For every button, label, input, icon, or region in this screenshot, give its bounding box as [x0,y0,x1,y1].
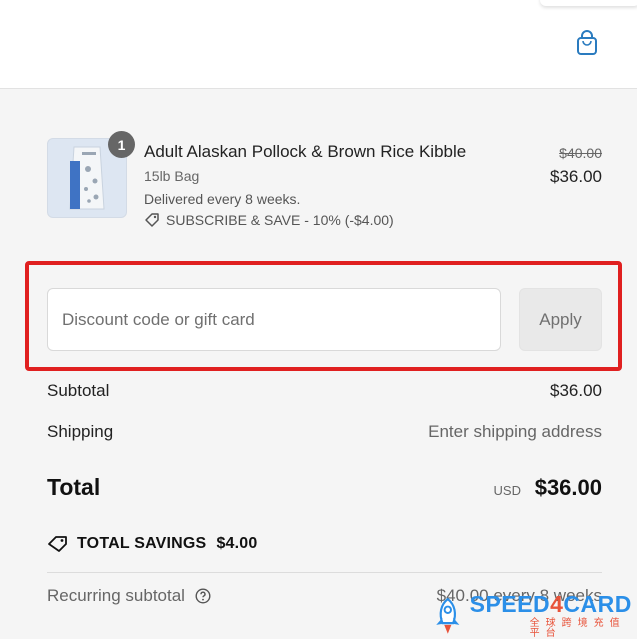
total-label: Total [47,474,101,500]
apply-discount-button[interactable]: Apply [519,288,602,351]
recurring-subtotal: Recurring subtotal [47,586,211,606]
item-price: $36.00 [550,167,602,186]
original-price: $40.00 [559,145,602,161]
checkout-header [0,0,637,89]
quantity-badge: 1 [108,131,135,158]
shopping-bag-icon [577,30,597,55]
summary-divider [47,572,602,573]
rocket-logo-icon [436,597,460,634]
shipping-value: Enter shipping address [428,422,602,441]
subscribe-discount-label: SUBSCRIBE & SAVE - 10% (-$4.00) [166,212,394,228]
subtotal-value: $36.00 [550,381,602,400]
subscribe-discount: SUBSCRIBE & SAVE - 10% (-$4.00) [144,212,394,228]
help-icon[interactable] [195,588,211,604]
discount-code-input[interactable] [47,288,501,351]
delivery-frequency: Delivered every 8 weeks. [144,191,301,207]
shipping-label: Shipping [47,422,114,441]
product-variant: 15lb Bag [144,168,200,184]
speed4card-watermark: SPEED4CARD 全球跨境充值平台 [430,592,637,639]
watermark-tagline: 全球跨境充值平台 [529,617,626,639]
total-currency: USD [493,483,521,498]
total-savings-label: TOTAL SAVINGS [77,535,207,552]
watermark-brand: SPEED4CARD [469,590,632,617]
kibble-bag-image [69,146,105,210]
total-savings: TOTAL SAVINGS $4.00 [47,535,257,553]
subtotal-label: Subtotal [47,381,110,400]
header-popover-edge [540,0,637,6]
total-amount: $36.00 [534,475,602,500]
total-savings-amount: $4.00 [216,535,258,552]
cart-button[interactable] [572,27,602,59]
recurring-subtotal-label: Recurring subtotal [47,586,185,605]
tag-icon [48,536,67,552]
tag-icon [145,213,159,227]
product-name: Adult Alaskan Pollock & Brown Rice Kibbl… [144,142,467,161]
